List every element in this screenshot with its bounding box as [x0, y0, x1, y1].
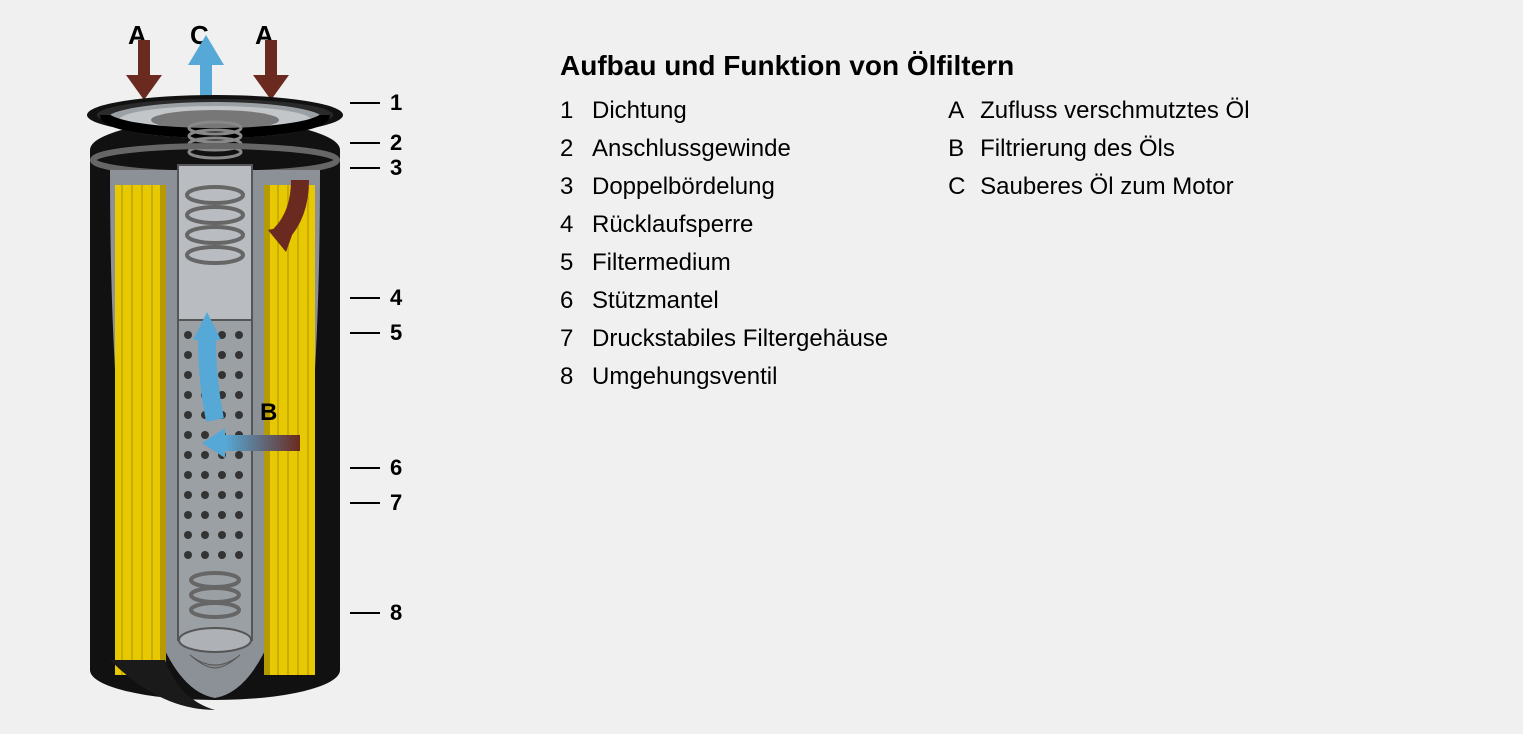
label-b-onfigure: B	[260, 399, 277, 426]
legend-col-numbers: 1Dichtung 2Anschlussgewinde 3Doppelbörde…	[560, 97, 888, 391]
legend-item: 7Druckstabiles Filtergehäuse	[560, 325, 888, 353]
callout-6: 6	[390, 455, 402, 481]
legend-item: BFiltrierung des Öls	[948, 135, 1249, 163]
legend-item: 2Anschlussgewinde	[560, 135, 888, 163]
arrow-c-up	[188, 35, 224, 100]
number-callouts: 1 2 3 4 5 6 7 8	[350, 0, 470, 700]
oil-filter-cutaway: B	[60, 20, 370, 720]
legend-item: 3Doppelbördelung	[560, 173, 888, 201]
diagram-page: A C A	[0, 0, 1523, 734]
legend-item: AZufluss verschmutztes Öl	[948, 97, 1249, 125]
legend-item: 4Rücklaufsperre	[560, 211, 888, 239]
arrow-a-left	[126, 40, 162, 100]
legend: Aufbau und Funktion von Ölfiltern 1Dicht…	[560, 50, 1500, 391]
callout-2: 2	[390, 130, 402, 156]
legend-item: CSauberes Öl zum Motor	[948, 173, 1249, 201]
callout-8: 8	[390, 600, 402, 626]
callout-5: 5	[390, 320, 402, 346]
legend-item: 5Filtermedium	[560, 249, 888, 277]
legend-item: 8Umgehungsventil	[560, 363, 888, 391]
arrow-a-right	[253, 40, 289, 100]
callout-1: 1	[390, 90, 402, 116]
legend-item: 6Stützmantel	[560, 287, 888, 315]
legend-item: 1Dichtung	[560, 97, 888, 125]
oil-filter-svg: B	[60, 20, 370, 720]
legend-title: Aufbau und Funktion von Ölfiltern	[560, 50, 1500, 82]
legend-col-letters: AZufluss verschmutztes Öl BFiltrierung d…	[948, 97, 1249, 391]
callout-4: 4	[390, 285, 402, 311]
callout-7: 7	[390, 490, 402, 516]
callout-3: 3	[390, 155, 402, 181]
